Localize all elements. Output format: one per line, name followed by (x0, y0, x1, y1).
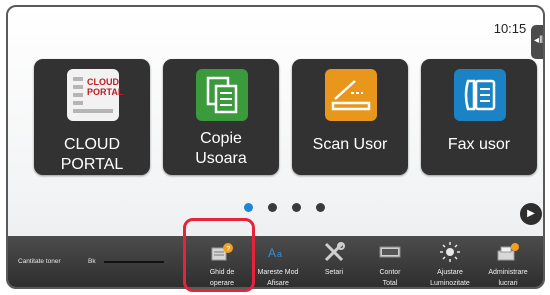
page-dot[interactable] (292, 203, 301, 212)
play-arrow-icon: ▶ (527, 208, 535, 219)
label-line1: Administrare (488, 269, 528, 276)
label-line1: Mareste Mod (257, 269, 299, 276)
total-count-icon (379, 246, 401, 258)
tile-scan-usor[interactable]: Scan Usor (292, 59, 408, 175)
page-dot[interactable] (316, 203, 325, 212)
tile-cloud-portal[interactable]: CLOUD PORTAL CLOUD PORTAL (34, 59, 150, 175)
label-line2: Afisare (267, 280, 289, 287)
page-dot[interactable] (268, 203, 277, 212)
label-line1: Setari (324, 269, 344, 276)
scanner-icon (325, 69, 377, 121)
svg-text:A: A (268, 246, 276, 260)
tile-label: Scan Usor (312, 136, 388, 153)
tile-label-line2: Usoara (195, 150, 247, 167)
highlight-operation-guide (183, 218, 255, 292)
toner-color: Bk (88, 258, 96, 265)
system-bar: Cantitate toner Bk ? Ghid de operare A a (8, 236, 543, 287)
cloud-portal-logo-text: CLOUD PORTAL (87, 77, 124, 97)
brightness-button[interactable]: Ajustare Luminozitate (422, 236, 478, 287)
settings-label: Setari (302, 267, 366, 278)
cloud-portal-icon: CLOUD PORTAL (67, 69, 124, 121)
svg-text:a: a (277, 249, 282, 259)
tile-label: CLOUD PORTAL (60, 136, 124, 173)
settings-icon (324, 242, 345, 262)
next-page-button[interactable]: ▶ (520, 203, 542, 225)
label-line2: lucrari (498, 280, 518, 287)
side-tab-arrow-icon: ◂ǁ (534, 35, 544, 46)
toner-label: Cantitate toner (18, 258, 61, 265)
label-line1: Contor (379, 269, 401, 276)
enlarge-display-icon: A a (268, 246, 282, 260)
toner-level: Cantitate toner Bk (18, 258, 164, 265)
side-panel-tab[interactable]: ◂ǁ (531, 25, 544, 59)
label-line2: Luminozitate (430, 280, 470, 287)
job-status-icon (497, 243, 519, 261)
tile-fax-usor[interactable]: Fax usor (421, 59, 537, 175)
label-line2: Total (382, 280, 398, 287)
total-count-button[interactable]: Contor Total (362, 236, 418, 287)
page-dot-active[interactable] (244, 203, 253, 212)
enlarge-display-button[interactable]: A a Mareste Mod Afisare (250, 236, 306, 287)
copy-icon (196, 69, 248, 121)
toner-bar (104, 261, 164, 263)
settings-button[interactable]: Setari (306, 236, 362, 287)
job-status-label: Administrare lucrari (476, 267, 540, 287)
tile-label: Fax usor (447, 136, 511, 153)
fax-icon (454, 69, 506, 121)
enlarge-display-label: Mareste Mod Afisare (246, 267, 310, 287)
touch-panel-screen: 10:15 ◂ǁ CLOUD PORTAL CLOUD PORTAL Copie… (6, 5, 545, 289)
tile-label-line1: Copie (200, 130, 242, 147)
brightness-label: Ajustare Luminozitate (418, 267, 482, 287)
tile-copie-usoara[interactable]: Copie Usoara (163, 59, 279, 175)
total-count-label: Contor Total (358, 267, 422, 287)
job-status-button[interactable]: Administrare lucrari (480, 236, 536, 287)
clock: 10:15 (493, 21, 527, 36)
brightness-icon (440, 242, 460, 262)
label-line1: Ajustare (437, 269, 463, 276)
